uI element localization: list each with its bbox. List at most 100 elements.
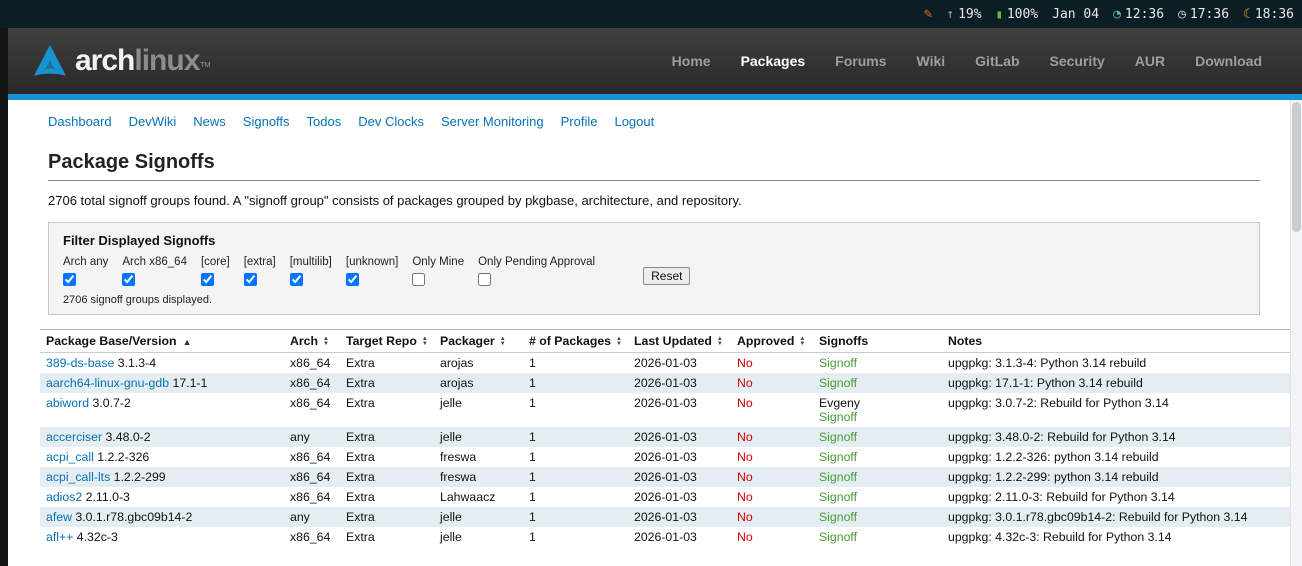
target-repo-cell: Extra <box>340 467 434 487</box>
approved-status: No <box>737 376 753 390</box>
filter-checkbox-unknown[interactable] <box>346 273 359 286</box>
moon-icon: ☾ <box>1243 7 1251 22</box>
nav-item-wiki[interactable]: Wiki <box>917 53 946 69</box>
subnav-item-signoffs[interactable]: Signoffs <box>243 114 290 129</box>
signoff-link[interactable]: Signoff <box>819 430 857 444</box>
approved-cell: No <box>731 427 813 447</box>
nav-item-packages[interactable]: Packages <box>741 53 806 69</box>
signoff-link[interactable]: Signoff <box>819 356 857 370</box>
column-header-package-base-version[interactable]: Package Base/Version▲ <box>40 330 284 353</box>
table-row: accerciser 3.48.0-2anyExtrajelle12026-01… <box>40 427 1302 447</box>
signoff-link[interactable]: Signoff <box>819 530 857 544</box>
target-repo-cell: Extra <box>340 507 434 527</box>
subnav-item-dashboard[interactable]: Dashboard <box>48 114 112 129</box>
approved-cell: No <box>731 467 813 487</box>
column-header-target-repo[interactable]: Target Repo▲▼ <box>340 330 434 353</box>
filter-checkbox-extra[interactable] <box>244 273 257 286</box>
nav-item-home[interactable]: Home <box>672 53 711 69</box>
column-label: Packager <box>440 334 495 348</box>
filter-label-only-pending-approval: Only Pending Approval <box>478 256 595 268</box>
filter-checkbox-arch-x86-64[interactable] <box>122 273 135 286</box>
sort-icon: ▲▼ <box>500 337 506 347</box>
signoffs-cell: Signoff <box>813 427 942 447</box>
arch-cell: x86_64 <box>284 467 340 487</box>
signoff-link[interactable]: Signoff <box>819 490 857 504</box>
package-count-cell: 1 <box>523 353 628 374</box>
filter-checkbox-arch-any[interactable] <box>63 273 76 286</box>
filter-group-unknown: [unknown] <box>346 256 398 286</box>
subnav-item-devwiki[interactable]: DevWiki <box>129 114 177 129</box>
package-link[interactable]: afl++ <box>46 530 73 544</box>
nav-item-gitlab[interactable]: GitLab <box>975 53 1019 69</box>
package-link[interactable]: acpi_call <box>46 450 94 464</box>
signoff-link[interactable]: Signoff <box>819 376 857 390</box>
signoff-link[interactable]: Signoff <box>819 450 857 464</box>
summary-text: 2706 total signoff groups found. A "sign… <box>48 193 1260 208</box>
package-version: 3.1.3-4 <box>118 356 156 370</box>
package-link[interactable]: 389-ds-base <box>46 356 114 370</box>
target-repo-cell: Extra <box>340 527 434 547</box>
filter-group-core: [core] <box>201 256 230 286</box>
status-load-segment: ↑ 19% <box>946 7 981 22</box>
filter-count: 2706 signoff groups displayed. <box>63 294 1245 306</box>
filter-checkbox-core[interactable] <box>201 273 214 286</box>
note-cell: upgpkg: 3.0.1.r78.gbc09b14-2: Rebuild fo… <box>942 507 1302 527</box>
status-time-3: 18:36 <box>1255 7 1294 22</box>
subnav-item-news[interactable]: News <box>193 114 226 129</box>
logo-text-arch: arch <box>75 46 134 76</box>
approved-status: No <box>737 530 753 544</box>
signoff-link[interactable]: Signoff <box>819 410 857 424</box>
column-header-approved[interactable]: Approved▲▼ <box>731 330 813 353</box>
target-repo-cell: Extra <box>340 353 434 374</box>
package-link[interactable]: adios2 <box>46 490 82 504</box>
nav-item-forums[interactable]: Forums <box>835 53 886 69</box>
last-updated-cell: 2026-01-03 <box>628 393 731 427</box>
package-cell: afl++ 4.32c-3 <box>40 527 284 547</box>
browser-window: archlinuxTM Home Packages Forums Wiki GitLab… <box>8 28 1302 566</box>
approved-cell: No <box>731 527 813 547</box>
scrollbar[interactable] <box>1290 100 1302 566</box>
filter-checkbox-only-pending-approval[interactable] <box>478 273 491 286</box>
subnav-item-profile[interactable]: Profile <box>561 114 598 129</box>
subnav-item-server-monitoring[interactable]: Server Monitoring <box>441 114 544 129</box>
package-link[interactable]: afew <box>46 510 72 524</box>
last-updated-cell: 2026-01-03 <box>628 373 731 393</box>
packager-cell: jelle <box>434 507 523 527</box>
note-cell: upgpkg: 3.48.0-2: Rebuild for Python 3.1… <box>942 427 1302 447</box>
approved-cell: No <box>731 487 813 507</box>
filter-label-core: [core] <box>201 256 230 268</box>
nav-item-aur[interactable]: AUR <box>1135 53 1165 69</box>
packager-cell: jelle <box>434 527 523 547</box>
package-link[interactable]: acpi_call-lts <box>46 470 110 484</box>
signoff-link[interactable]: Signoff <box>819 470 857 484</box>
package-link[interactable]: aarch64-linux-gnu-gdb <box>46 376 169 390</box>
table-row: acpi_call 1.2.2-326x86_64Extrafreswa1202… <box>40 447 1302 467</box>
subnav-item-dev-clocks[interactable]: Dev Clocks <box>358 114 424 129</box>
package-link[interactable]: abiword <box>46 396 89 410</box>
filter-group-only-pending-approval: Only Pending Approval <box>478 256 595 286</box>
subnav-item-todos[interactable]: Todos <box>307 114 342 129</box>
subnav-item-logout[interactable]: Logout <box>614 114 654 129</box>
package-count-cell: 1 <box>523 487 628 507</box>
note-cell: upgpkg: 17.1-1: Python 3.14 rebuild <box>942 373 1302 393</box>
column-header-signoffs: Signoffs <box>813 330 942 353</box>
sort-down-glyph: ▼ <box>422 342 428 347</box>
package-count-cell: 1 <box>523 447 628 467</box>
column-header-last-updated[interactable]: Last Updated▲▼ <box>628 330 731 353</box>
archlinux-logo[interactable]: archlinuxTM <box>32 43 211 79</box>
scrollbar-thumb[interactable] <box>1292 102 1301 232</box>
column-header-of-packages[interactable]: # of Packages▲▼ <box>523 330 628 353</box>
system-status-bar: ✎ ↑ 19% ▮ 100% Jan 04 ◔ 12:36 ◷ 17:36 ☾ … <box>0 0 1302 28</box>
approved-status: No <box>737 356 753 370</box>
signoff-link[interactable]: Signoff <box>819 510 857 524</box>
reset-button[interactable]: Reset <box>643 267 690 285</box>
target-repo-cell: Extra <box>340 447 434 467</box>
nav-item-security[interactable]: Security <box>1050 53 1105 69</box>
column-header-arch[interactable]: Arch▲▼ <box>284 330 340 353</box>
filter-checkbox-only-mine[interactable] <box>412 273 425 286</box>
nav-item-download[interactable]: Download <box>1195 53 1262 69</box>
table-row: adios2 2.11.0-3x86_64ExtraLahwaacz12026-… <box>40 487 1302 507</box>
filter-checkbox-multilib[interactable] <box>290 273 303 286</box>
package-link[interactable]: accerciser <box>46 430 102 444</box>
column-header-packager[interactable]: Packager ▲▼ <box>434 330 523 353</box>
